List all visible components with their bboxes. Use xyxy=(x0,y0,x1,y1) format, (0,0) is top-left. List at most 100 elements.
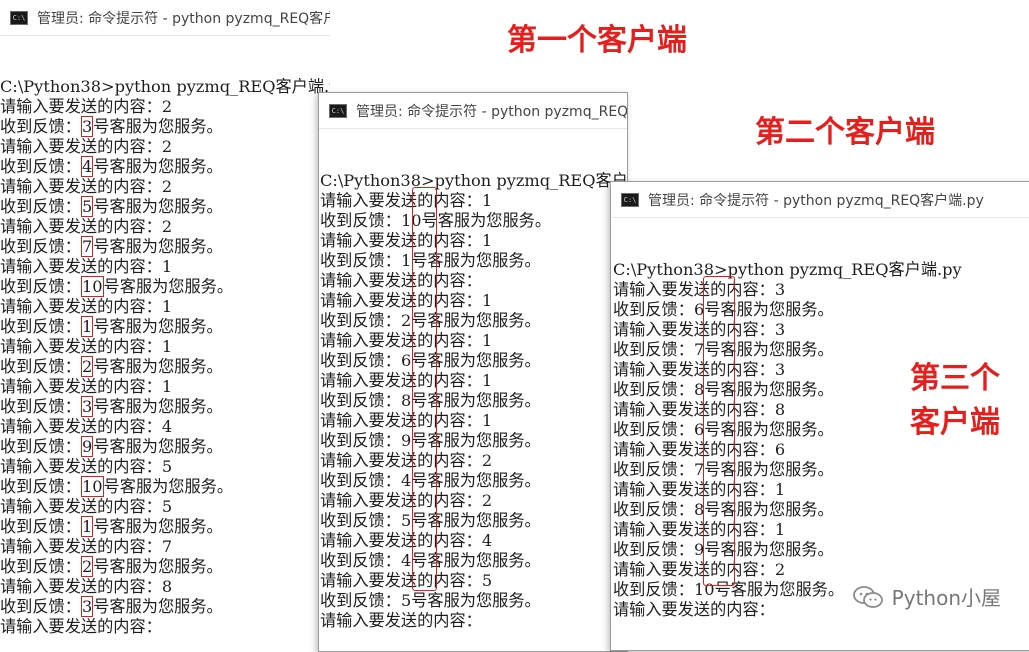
console-line: 收到反馈：5号客服为您服务。 xyxy=(0,196,330,217)
console-line: 请输入要发送的内容：2 xyxy=(320,451,627,471)
console-text: 请输入要发送的内容：7 xyxy=(0,537,173,556)
agent-number: 6 xyxy=(400,351,412,370)
console-text: 请输入要发送的内容：5 xyxy=(0,457,173,476)
feedback-suffix: 号客服为您服务。 xyxy=(411,591,541,610)
console-line: 请输入要发送的内容：1 xyxy=(613,480,1029,500)
console-line: 收到反馈：2号客服为您服务。 xyxy=(0,556,330,577)
console-text: 请输入要发送的内容：2 xyxy=(613,560,786,579)
cmd-icon: C:\ xyxy=(621,192,639,207)
console-text: 请输入要发送的内容：5 xyxy=(0,497,173,516)
console-line: 请输入要发送的内容：2 xyxy=(320,491,627,511)
console-line: 请输入要发送的内容：1 xyxy=(0,297,330,317)
console-line: 请输入要发送的内容：4 xyxy=(0,417,330,437)
feedback-prefix: 收到反馈： xyxy=(0,277,81,296)
agent-number: 9 xyxy=(80,436,94,457)
agent-number: 3 xyxy=(80,596,94,617)
console-text: 请输入要发送的内容： xyxy=(613,600,775,619)
console-line: 请输入要发送的内容：1 xyxy=(320,331,627,351)
console-line: 收到反馈：2号客服为您服务。 xyxy=(0,356,330,377)
feedback-prefix: 收到反馈： xyxy=(0,597,81,616)
console-line: 收到反馈：10号客服为您服务。 xyxy=(320,211,627,231)
console-text: 请输入要发送的内容：2 xyxy=(320,451,493,470)
console-line: 请输入要发送的内容：2 xyxy=(0,137,330,157)
feedback-suffix: 号客服为您服务。 xyxy=(93,157,223,176)
console-line: 收到反馈：1号客服为您服务。 xyxy=(0,516,330,537)
feedback-prefix: 收到反馈： xyxy=(320,351,401,370)
agent-number: 1 xyxy=(80,516,94,537)
feedback-prefix: 收到反馈： xyxy=(320,551,401,570)
cmd-icon: C:\ xyxy=(329,103,347,118)
feedback-suffix: 号客服为您服务。 xyxy=(93,237,223,256)
console-text: 请输入要发送的内容：5 xyxy=(320,571,493,590)
feedback-prefix: 收到反馈： xyxy=(0,157,81,176)
console-line: 请输入要发送的内容：1 xyxy=(0,257,330,277)
feedback-suffix: 号客服为您服务。 xyxy=(93,197,223,216)
console-line: 请输入要发送的内容：4 xyxy=(320,531,627,551)
console-line: 收到反馈：7号客服为您服务。 xyxy=(0,236,330,257)
window-3-titlebar[interactable]: C:\ 管理员: 命令提示符 - python pyzmq_REQ客户端.py xyxy=(611,182,1029,218)
console-text: 请输入要发送的内容：1 xyxy=(0,297,173,316)
feedback-prefix: 收到反馈： xyxy=(320,311,401,330)
console-text: 请输入要发送的内容：4 xyxy=(320,531,493,550)
console-text: 请输入要发送的内容：8 xyxy=(0,577,173,596)
console-line: 收到反馈：7号客服为您服务。 xyxy=(613,340,1029,360)
console-line: 请输入要发送的内容：1 xyxy=(0,337,330,357)
agent-number: 7 xyxy=(80,236,94,257)
console-text: C:\Python38>python pyzmq_REQ客户端.py xyxy=(613,260,962,279)
console-line: C:\Python38>python pyzmq_REQ客户端.py xyxy=(613,260,1029,280)
console-line: 收到反馈：9号客服为您服务。 xyxy=(613,540,1029,560)
console-line: 收到反馈：10号客服为您服务。 xyxy=(0,476,330,497)
feedback-prefix: 收到反馈： xyxy=(613,420,694,439)
feedback-suffix: 号客服为您服务。 xyxy=(93,437,223,456)
feedback-prefix: 收到反馈： xyxy=(0,357,81,376)
console-line: 请输入要发送的内容：2 xyxy=(0,177,330,197)
agent-number: 1 xyxy=(80,316,94,337)
console-text: 请输入要发送的内容：2 xyxy=(0,137,173,156)
console-line: 收到反馈：8号客服为您服务。 xyxy=(613,500,1029,520)
console-output-2: C:\Python38>python pyzmq_REQ客户端.py请输入要发送… xyxy=(319,129,627,631)
console-line: 收到反馈：3号客服为您服务。 xyxy=(0,396,330,417)
agent-number: 9 xyxy=(400,431,412,450)
console-line: 收到反馈：7号客服为您服务。 xyxy=(613,460,1029,480)
agent-number: 4 xyxy=(400,471,412,490)
window-1-title: 管理员: 命令提示符 - python pyzmq_REQ客户端.py xyxy=(37,10,330,27)
console-text: 请输入要发送的内容：6 xyxy=(613,440,786,459)
console-text: 请输入要发送的内容：1 xyxy=(320,371,493,390)
watermark: Python小屋 xyxy=(852,582,1001,611)
console-line: 请输入要发送的内容：1 xyxy=(0,377,330,397)
feedback-suffix: 号客服为您服务。 xyxy=(93,357,223,376)
feedback-prefix: 收到反馈： xyxy=(0,397,81,416)
feedback-prefix: 收到反馈： xyxy=(0,117,81,136)
console-window-2[interactable]: C:\ 管理员: 命令提示符 - python pyzmq_REQ客户端.py … xyxy=(318,92,628,652)
console-text: 请输入要发送的内容：1 xyxy=(613,520,786,539)
agent-number: 10 xyxy=(80,276,104,297)
console-text: 请输入要发送的内容：2 xyxy=(0,217,173,236)
window-1-titlebar[interactable]: C:\ 管理员: 命令提示符 - python pyzmq_REQ客户端.py xyxy=(0,0,330,36)
agent-number: 4 xyxy=(80,156,94,177)
console-line: 请输入要发送的内容：1 xyxy=(320,371,627,391)
agent-number: 4 xyxy=(400,551,412,570)
console-line: 收到反馈：6号客服为您服务。 xyxy=(613,300,1029,320)
feedback-suffix: 号客服为您服务。 xyxy=(93,557,223,576)
agent-number: 1 xyxy=(400,251,412,270)
console-window-1[interactable]: C:\ 管理员: 命令提示符 - python pyzmq_REQ客户端.py … xyxy=(0,0,330,639)
window-2-titlebar[interactable]: C:\ 管理员: 命令提示符 - python pyzmq_REQ客户端.py xyxy=(319,93,627,129)
console-text: C:\Python38>python pyzmq_REQ客户端.py xyxy=(0,77,330,96)
console-text: 请输入要发送的内容：2 xyxy=(0,97,173,116)
feedback-suffix: 号客服为您服务。 xyxy=(93,517,223,536)
console-line: 请输入要发送的内容： xyxy=(0,617,330,637)
console-text: 请输入要发送的内容：3 xyxy=(613,360,786,379)
console-text: 请输入要发送的内容：2 xyxy=(0,177,173,196)
feedback-prefix: 收到反馈： xyxy=(320,471,401,490)
feedback-prefix: 收到反馈： xyxy=(320,211,401,230)
console-line: 请输入要发送的内容：1 xyxy=(320,291,627,311)
console-line: 请输入要发送的内容：8 xyxy=(0,577,330,597)
highlight-column-box xyxy=(412,187,437,591)
window-2-title: 管理员: 命令提示符 - python pyzmq_REQ客户端.py xyxy=(356,103,628,120)
feedback-prefix: 收到反馈： xyxy=(320,251,401,270)
console-text: 请输入要发送的内容：1 xyxy=(320,231,493,250)
console-line: 收到反馈：1号客服为您服务。 xyxy=(0,316,330,337)
console-line: 请输入要发送的内容：7 xyxy=(0,537,330,557)
client-2-label: 第二个客户端 xyxy=(755,115,935,150)
